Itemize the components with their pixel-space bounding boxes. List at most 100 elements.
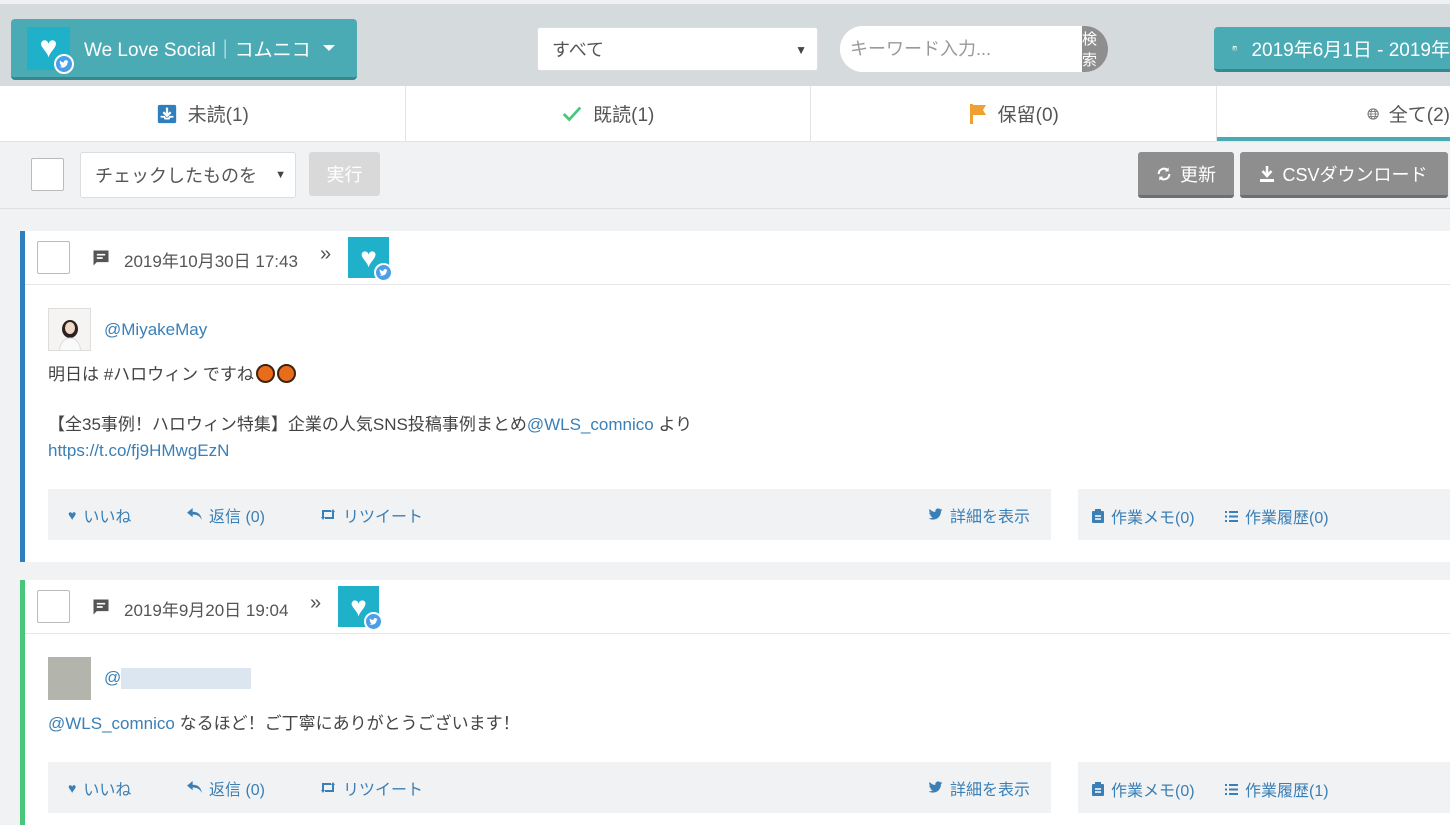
csv-download-button[interactable]: CSVダウンロード: [1240, 152, 1448, 198]
chevron-down-icon: [322, 45, 335, 51]
bulk-action-value: チェックしたものを: [95, 166, 257, 186]
author-handle[interactable]: @: [104, 667, 252, 689]
execute-button[interactable]: 実行: [309, 152, 380, 196]
post-text: なるほど！ご丁寧にありがとうございます！: [174, 714, 520, 733]
filter-value: すべて: [552, 40, 605, 60]
post-checkbox[interactable]: [37, 590, 70, 623]
url-link[interactable]: https://t.co/fj9HMwgEzN: [48, 441, 229, 460]
redacted-name: [121, 668, 252, 689]
account-switcher-button[interactable]: ♥ We Love Social｜コムニコ: [11, 19, 357, 80]
refresh-button[interactable]: 更新: [1138, 152, 1234, 198]
list-icon: [1225, 510, 1238, 522]
post-date: 2019年10月30日 17:43: [124, 252, 298, 271]
retweet-icon: [321, 509, 335, 520]
post-line: 明日は #ハロウィン ですね: [48, 362, 692, 388]
post-line: 【全35事例！ハロウィン特集】企業の人気SNS投稿事例まとめ@WLS_comni…: [48, 412, 692, 438]
work-notes-bar: 作業メモ(0) 作業履歴(1): [1078, 762, 1450, 813]
like-button[interactable]: ♥ いいね: [68, 503, 131, 527]
tab-label: 未読(1): [187, 105, 249, 126]
twitter-icon: [928, 508, 943, 520]
account-logo: ♥: [338, 586, 383, 631]
reply-icon: [187, 781, 202, 794]
work-history-button[interactable]: 作業履歴(1): [1225, 777, 1329, 801]
reply-button[interactable]: 返信 (0): [187, 503, 265, 527]
memo-label: 作業メモ(0): [1111, 510, 1195, 527]
work-memo-button[interactable]: 作業メモ(0): [1092, 504, 1195, 528]
inbox-download-icon: [157, 104, 176, 123]
clipboard-icon: [1092, 782, 1104, 796]
post-card: 2019年10月30日 17:43 » ♥ @MiyakeMay 明日は #ハロ…: [20, 231, 1450, 562]
check-icon: [562, 106, 582, 121]
handle-text: @: [104, 667, 122, 687]
post-author: @: [48, 657, 252, 700]
select-all-checkbox[interactable]: [31, 158, 64, 191]
show-detail-button[interactable]: 詳細を表示: [928, 776, 1030, 800]
tab-label: 既読(1): [593, 105, 655, 126]
pumpkin-emoji-icon: [255, 364, 275, 383]
tab-hold[interactable]: 保留(0): [811, 86, 1217, 141]
history-label: 作業履歴(1): [1245, 783, 1329, 800]
select-arrow-icon: ▼: [795, 43, 807, 57]
clipboard-icon: [1092, 509, 1104, 523]
comment-icon: [93, 250, 109, 266]
top-bar: ♥ We Love Social｜コムニコ すべて ▼ 検索 2019年6月1日…: [0, 0, 1450, 86]
reply-button[interactable]: 返信 (0): [187, 776, 265, 800]
work-history-button[interactable]: 作業履歴(0): [1225, 504, 1329, 528]
like-label: いいね: [83, 781, 132, 799]
bulk-action-select[interactable]: チェックしたものを ▼: [80, 152, 296, 198]
retweet-label: リツイート: [343, 781, 424, 799]
post-body: 明日は #ハロウィン ですね 【全35事例！ハロウィン特集】企業の人気SNS投稿…: [48, 362, 692, 464]
post-checkbox[interactable]: [37, 241, 70, 274]
twitter-badge-icon: [54, 53, 74, 74]
comment-icon: [93, 599, 109, 615]
heart-icon: ♥: [68, 779, 77, 796]
post-text: 【全35事例！ハロウィン特集】企業の人気SNS投稿事例まとめ: [48, 415, 527, 434]
mention-link[interactable]: @WLS_comnico: [48, 714, 175, 733]
tab-unread[interactable]: 未読(1): [0, 86, 406, 141]
tab-label: 全て(2): [1388, 105, 1450, 126]
detail-label: 詳細を表示: [950, 781, 1031, 799]
mention-link[interactable]: @WLS_comnico: [527, 415, 654, 434]
search-input[interactable]: [840, 26, 1082, 72]
twitter-badge-icon: [374, 263, 393, 282]
account-logo: ♥: [348, 237, 393, 282]
like-button[interactable]: ♥ いいね: [68, 776, 131, 800]
work-notes-bar: 作業メモ(0) 作業履歴(0): [1078, 489, 1450, 540]
author-handle[interactable]: @MiyakeMay: [104, 320, 207, 340]
filter-select[interactable]: すべて ▼: [537, 27, 818, 71]
retweet-button[interactable]: リツイート: [320, 776, 423, 800]
csv-label: CSVダウンロード: [1282, 164, 1428, 185]
globe-icon: [1367, 107, 1379, 120]
search-box: 検索: [840, 26, 1108, 72]
tab-all[interactable]: 全て(2): [1216, 86, 1450, 141]
pumpkin-emoji-icon: [276, 364, 296, 383]
work-memo-button[interactable]: 作業メモ(0): [1092, 777, 1195, 801]
avatar[interactable]: [48, 657, 91, 700]
retweet-button[interactable]: リツイート: [320, 503, 423, 527]
post-card: 2019年9月20日 19:04 » ♥ @ @WLS_comnico なるほど…: [20, 580, 1450, 825]
refresh-icon: [1157, 166, 1171, 181]
date-range-button[interactable]: 2019年6月1日 - 2019年: [1214, 27, 1450, 72]
twitter-badge-icon: [364, 612, 383, 631]
show-detail-button[interactable]: 詳細を表示: [928, 503, 1030, 527]
select-arrow-icon: ▼: [275, 169, 286, 181]
account-logo: ♥: [27, 26, 74, 74]
calendar-icon: [1232, 45, 1237, 51]
post-body: @WLS_comnico なるほど！ご丁寧にありがとうございます！: [48, 711, 520, 737]
list-icon: [1225, 783, 1238, 795]
reply-label: 返信 (0): [209, 508, 266, 526]
retweet-label: リツイート: [343, 508, 424, 526]
search-button[interactable]: 検索: [1082, 26, 1108, 72]
history-label: 作業履歴(0): [1245, 510, 1329, 527]
like-label: いいね: [83, 508, 132, 526]
reply-label: 返信 (0): [209, 781, 266, 799]
refresh-label: 更新: [1180, 164, 1216, 185]
avatar[interactable]: [48, 308, 91, 351]
post-line: https://t.co/fj9HMwgEzN: [48, 438, 692, 464]
bulk-action-bar: チェックしたものを ▼ 実行 更新 CSVダウンロード: [0, 142, 1450, 209]
post-header: 2019年10月30日 17:43 » ♥: [25, 231, 1450, 285]
post-header: 2019年9月20日 19:04 » ♥: [25, 580, 1450, 634]
retweet-icon: [321, 782, 335, 793]
status-tabs: 未読(1) 既読(1) 保留(0) 全て(2): [0, 86, 1450, 142]
tab-read[interactable]: 既読(1): [406, 86, 811, 141]
